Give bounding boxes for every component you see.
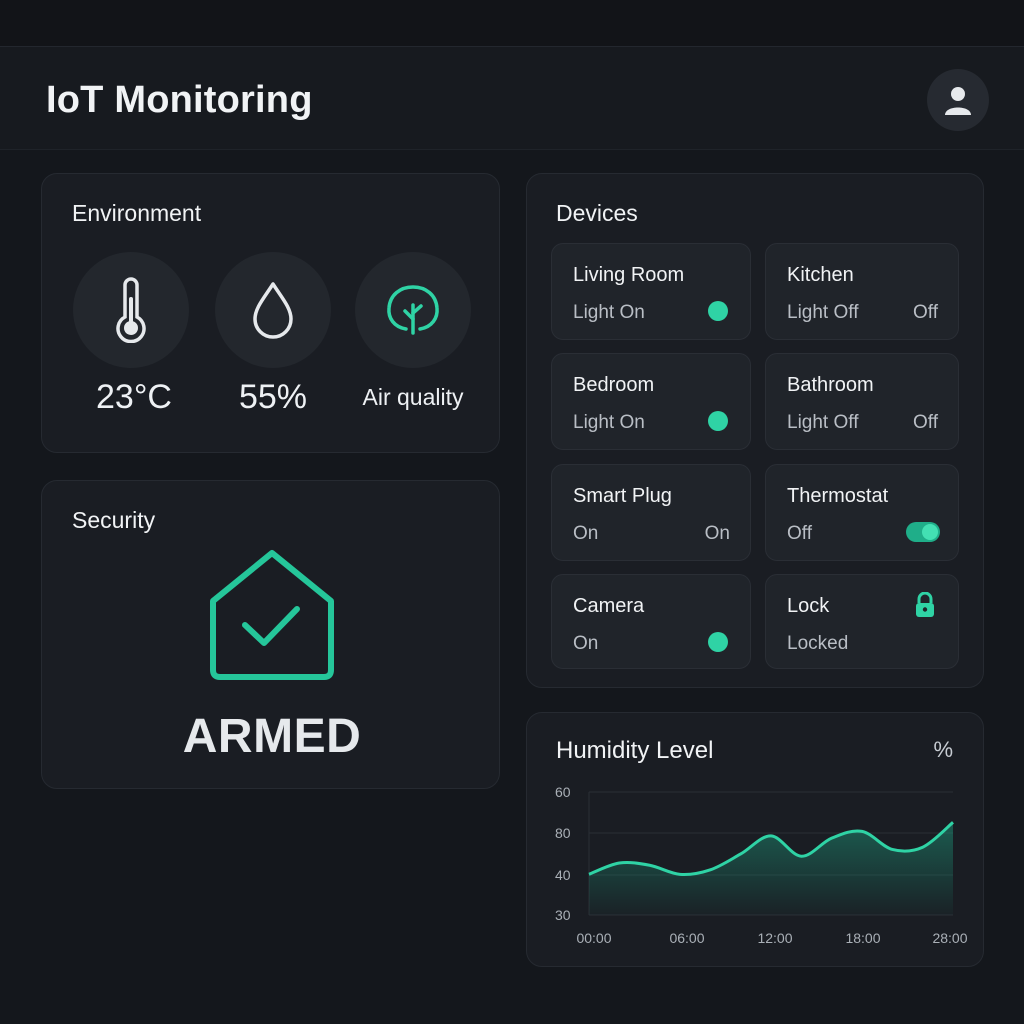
status-dot-icon	[708, 411, 728, 431]
device-status: Off	[787, 523, 812, 544]
device-name: Kitchen	[787, 264, 854, 286]
environment-card: Environment 23°C 55% Air quality	[41, 173, 500, 453]
device-name: Bedroom	[573, 374, 655, 396]
air-quality-label: Air quality	[362, 384, 464, 410]
security-title: Security	[72, 507, 156, 533]
device-name: Bathroom	[787, 374, 874, 396]
device-status: Light Off	[787, 302, 859, 323]
device-tile-smart-plug[interactable]: Smart Plug On On	[551, 464, 751, 561]
device-name: Smart Plug	[573, 485, 672, 507]
device-status: Light On	[573, 302, 645, 323]
device-status: Light On	[573, 412, 645, 433]
x-tick-label: 00:00	[576, 930, 611, 946]
device-name: Camera	[573, 595, 645, 617]
thermostat-toggle[interactable]	[906, 522, 940, 542]
device-state: Off	[913, 302, 938, 323]
security-card: Security ARMED	[41, 480, 500, 789]
toggle-knob	[922, 524, 938, 540]
status-dot-icon	[708, 632, 728, 652]
humidity-chart-card: Humidity Level % 60 80 40 30 00:00 06:00 12:00…	[526, 712, 984, 967]
device-state: Off	[913, 412, 938, 433]
y-tick-label: 40	[555, 867, 571, 883]
security-status: ARMED	[182, 710, 362, 763]
devices-title: Devices	[556, 200, 638, 226]
y-tick-label: 60	[555, 784, 571, 800]
device-tile-lock[interactable]: Lock Locked	[765, 574, 959, 669]
lock-icon	[916, 592, 934, 617]
device-tile-living-room[interactable]: Living Room Light On	[551, 243, 751, 340]
humidity-widget[interactable]	[215, 252, 331, 368]
x-tick-label: 06:00	[669, 930, 704, 946]
temperature-value: 23°C	[96, 378, 172, 416]
device-name: Living Room	[573, 264, 685, 286]
tree-icon	[387, 285, 439, 335]
status-dot-icon	[708, 301, 728, 321]
humidity-value: 55%	[238, 378, 308, 416]
thermometer-icon	[116, 277, 146, 343]
x-tick-label: 12:00	[757, 930, 792, 946]
temperature-widget[interactable]	[73, 252, 189, 368]
droplet-icon	[253, 282, 293, 339]
app-title: IoT Monitoring	[46, 79, 313, 121]
user-icon	[945, 87, 971, 115]
device-tile-bathroom[interactable]: Bathroom Light Off Off	[765, 353, 959, 450]
devices-card: Devices Living Room Light On Kitchen Lig…	[526, 173, 984, 688]
top-bar	[0, 0, 1024, 47]
device-status: On	[573, 633, 599, 654]
device-status: On	[573, 523, 599, 544]
y-tick-label: 80	[555, 825, 571, 841]
device-tile-camera[interactable]: Camera On	[551, 574, 751, 669]
device-name: Lock	[787, 595, 830, 617]
house-check-icon	[210, 550, 334, 680]
environment-title: Environment	[72, 200, 202, 226]
device-tile-thermostat[interactable]: Thermostat Off	[765, 464, 959, 561]
device-status: Light Off	[787, 412, 859, 433]
device-tile-kitchen[interactable]: Kitchen Light Off Off	[765, 243, 959, 340]
air-quality-widget[interactable]	[355, 252, 471, 368]
device-name: Thermostat	[787, 485, 889, 507]
device-status: Locked	[787, 633, 849, 654]
device-tile-bedroom[interactable]: Bedroom Light On	[551, 353, 751, 450]
y-tick-label: 30	[555, 907, 571, 923]
x-tick-label: 18:00	[845, 930, 880, 946]
humidity-chart: 60 80 40 30 00:00 06:00 12:00 18:00 28:00	[555, 784, 968, 946]
x-tick-label: 28:00	[932, 930, 967, 946]
device-state: On	[704, 523, 730, 544]
profile-avatar[interactable]	[927, 69, 989, 131]
app-header: IoT Monitoring	[0, 47, 1024, 150]
